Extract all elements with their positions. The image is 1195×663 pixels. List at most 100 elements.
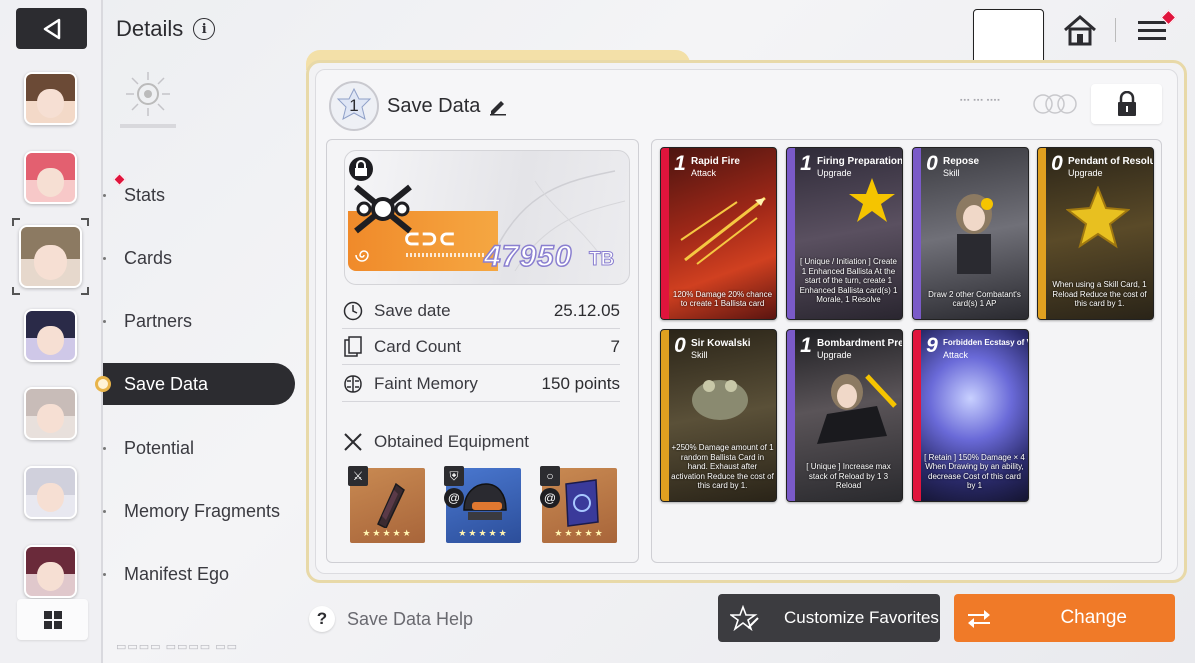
menu-item-stats[interactable]: Stats [103, 174, 295, 216]
tb-unit: TB [588, 249, 615, 271]
save-slot-number: 1 [349, 96, 359, 115]
card-type: Skill [691, 350, 708, 360]
info-icon[interactable]: i [193, 18, 216, 40]
card-name: Repose [943, 156, 980, 167]
back-button[interactable] [16, 8, 87, 49]
card-repose[interactable]: 0 Repose Skill Draw 2 other Combatant's … [912, 147, 1029, 320]
crossed-emblem-icon [354, 184, 412, 234]
menu-item-label: Manifest Ego [124, 563, 230, 584]
weapon-icon: ⚔ [348, 466, 368, 486]
clock-icon [343, 301, 363, 320]
save-data-help[interactable]: ? Save Data Help [309, 606, 473, 632]
save-title: Save Data [387, 94, 481, 117]
lock-button[interactable] [1091, 84, 1162, 124]
menu-item-cards[interactable]: Cards [103, 237, 295, 279]
character-avatar-2[interactable] [24, 151, 77, 204]
card-bombardment-prep[interactable]: 1 Bombardment Prep Upgrade [ Unique ] In… [786, 329, 903, 502]
card-pendant-of-resolution[interactable]: 0 Pendant of Resolution Upgrade When usi… [1037, 147, 1154, 320]
book-icon [565, 479, 599, 527]
menu-item-memory-fragments[interactable]: Memory Fragments [103, 490, 295, 532]
character-avatar-7[interactable] [24, 545, 77, 598]
character-emblem-icon [120, 72, 176, 128]
menu-item-label: Cards [124, 247, 173, 268]
card-description: 120% Damage 20% chance to create 1 Balli… [672, 289, 773, 309]
lock-icon [1117, 91, 1136, 116]
menu-item-label: Potential [124, 437, 195, 458]
star-edit-icon [730, 605, 759, 631]
character-avatar-4[interactable] [24, 309, 77, 362]
stat-row-card-count: Card Count 7 [342, 329, 620, 365]
card-type: Attack [691, 168, 717, 178]
card-rapid-fire[interactable]: 1 Rapid Fire Attack 120% Damage 20% chan… [660, 147, 777, 320]
card-count-icon [344, 335, 362, 357]
card-description: [ Unique ] Increase max stack of Reload … [806, 462, 891, 491]
card-name: Pendant of Resolution [1068, 156, 1153, 167]
card-description: When using a Skill Card, 1 Reload Reduce… [1052, 280, 1147, 309]
card-name: Sir Kowalski [691, 338, 751, 349]
card-firing-preparation[interactable]: 1 Firing Preparation Upgrade [ Unique / … [786, 147, 903, 320]
save-data-header: 1 Save Data [329, 81, 508, 131]
decorative-code-text: ▭▭▭▭ ▭▭▭▭ ▭▭ [116, 641, 239, 653]
grid-view-button[interactable] [17, 599, 88, 640]
equipment-armor[interactable]: ⛨ @ ★★★★★ [444, 466, 521, 543]
card-cost: 1 [800, 152, 812, 175]
card-name: Bombardment Prep [817, 338, 903, 349]
card-cost: 1 [674, 152, 686, 175]
card-description: [ Retain ] 150% Damage × 4 When Drawing … [924, 452, 1025, 491]
menu-item-potential[interactable]: Potential [103, 427, 295, 469]
equipment-weapon[interactable]: ⚔ ★★★★★ [348, 466, 425, 543]
card-cost: 0 [1051, 152, 1063, 175]
menu-item-manifest-ego[interactable]: Manifest Ego [103, 553, 295, 595]
save-slot-badge: 1 [329, 81, 379, 131]
card-type: Attack [943, 350, 969, 360]
help-label: Save Data Help [347, 608, 474, 629]
card-name: Firing Preparation [817, 156, 903, 167]
equipment-stars: ★★★★★ [362, 528, 413, 538]
character-avatar-6[interactable] [24, 466, 77, 519]
card-cost: 0 [674, 334, 686, 357]
active-indicator-icon [95, 376, 111, 392]
equipment-title: Obtained Equipment [374, 432, 529, 451]
card-cost: 9 [926, 334, 938, 357]
card-name: Forbidden Ecstasy of Violence [943, 338, 1028, 347]
gold-pendant-icon [1066, 186, 1130, 249]
card-description: +250% Damage amount of 1 random Ballista… [671, 443, 774, 491]
card-cost: 1 [800, 334, 812, 357]
character-avatar-1[interactable] [24, 72, 77, 125]
card-sir-kowalski[interactable]: 0 Sir Kowalski Skill +250% Damage amount… [660, 329, 777, 502]
change-button[interactable]: Change [954, 594, 1175, 642]
obtained-equipment-header: Obtained Equipment [342, 431, 529, 453]
equipment-stars: ★★★★★ [458, 528, 509, 538]
card-forbidden-ecstasy-of-violence[interactable]: 9 Forbidden Ecstasy of Violence Attack [… [912, 329, 1029, 502]
character-avatar-selected[interactable] [19, 225, 82, 288]
edit-pencil-icon[interactable] [488, 96, 508, 116]
stat-row-faint-memory: Faint Memory 150 points [342, 366, 620, 402]
stat-value: 150 points [541, 373, 620, 393]
character-avatar-5[interactable] [24, 387, 77, 440]
customize-favorites-button[interactable]: Customize Favorites [718, 594, 940, 642]
menu-item-partners[interactable]: Partners [103, 300, 295, 342]
menu-item-label: Save Data [124, 373, 209, 394]
crossed-swords-icon [344, 433, 362, 451]
stat-label: Card Count [374, 336, 461, 356]
page-header: Details i [116, 16, 216, 42]
home-button[interactable] [1058, 9, 1102, 50]
stat-label: Save date [374, 300, 451, 320]
helmet-icon [463, 483, 507, 520]
card-cost: 0 [926, 152, 938, 175]
home-icon [1064, 14, 1096, 45]
menu-item-save-data[interactable]: Save Data [95, 363, 295, 405]
card-description: Draw 2 other Combatant's card(s) 1 AP [928, 289, 1021, 309]
page-title: Details [116, 16, 184, 41]
change-label: Change [1060, 607, 1127, 628]
stat-value: 25.12.05 [553, 300, 620, 320]
card-type: Upgrade [1068, 168, 1103, 178]
flower-art-icon [849, 178, 895, 222]
character-art-icon [817, 374, 897, 444]
card-description: [ Unique / Initiation ] Create 1 Enhance… [799, 257, 898, 305]
stat-label: Faint Memory [374, 373, 478, 393]
equipment-accessory[interactable]: ○ @ ★★★★★ [540, 466, 617, 543]
card-type: Upgrade [817, 350, 852, 360]
menu-item-label: Memory Fragments [124, 500, 281, 521]
equipment-stars: ★★★★★ [554, 528, 605, 538]
